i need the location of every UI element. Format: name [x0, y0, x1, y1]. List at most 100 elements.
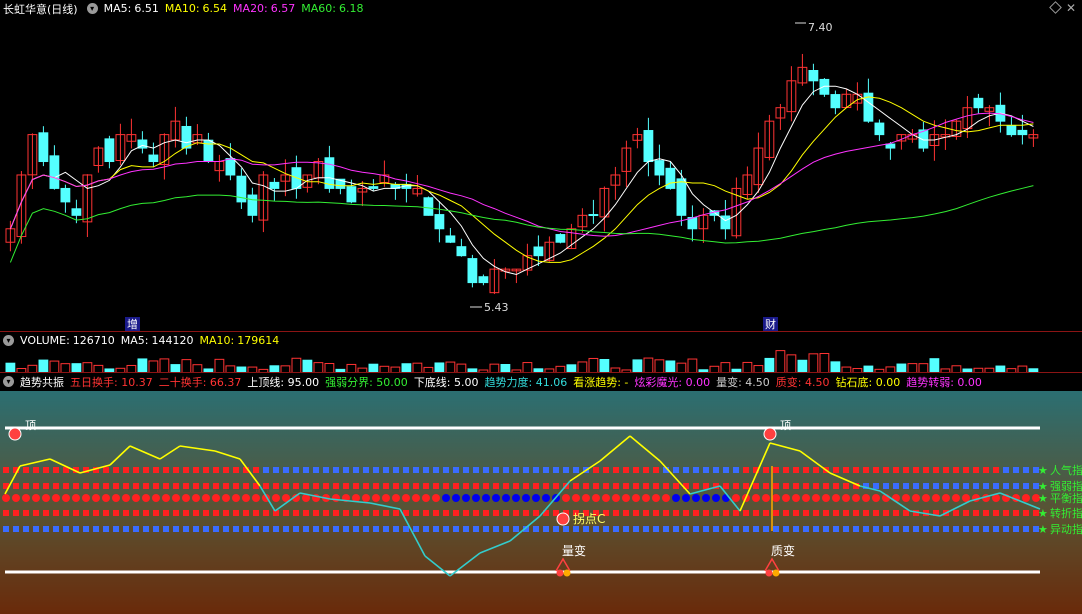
signal-dot: [812, 494, 820, 502]
chevron-down-icon[interactable]: ▾: [86, 3, 98, 14]
signal-dot: [542, 494, 550, 502]
signal-dot: [802, 494, 810, 502]
signal-dot: [432, 494, 440, 502]
signal-dash: [733, 510, 739, 516]
signal-dash: [703, 526, 709, 532]
candle-body: [49, 155, 60, 189]
value-label: MA60:: [301, 2, 336, 15]
signal-dot: [522, 494, 530, 502]
signal-dash: [353, 483, 359, 489]
signal-dash: [693, 526, 699, 532]
signal-dash: [313, 467, 319, 473]
signal-dot: [442, 494, 450, 502]
signal-dash: [283, 526, 289, 532]
volume-chart[interactable]: [0, 349, 1082, 373]
signal-dash: [253, 510, 259, 516]
signal-dash: [173, 510, 179, 516]
signal-dash: [133, 467, 139, 473]
signal-dash: [1003, 526, 1009, 532]
signal-dash: [133, 483, 139, 489]
signal-dash: [323, 526, 329, 532]
signal-dash: [143, 510, 149, 516]
signal-dash: [863, 526, 869, 532]
volume-bar: [687, 358, 698, 373]
signal-dash: [943, 526, 949, 532]
chevron-down-icon[interactable]: ▾: [3, 376, 14, 387]
indicator-value: 炫彩魔光: 0.00: [634, 375, 711, 389]
signal-dot: [92, 494, 100, 502]
signal-dash: [373, 467, 379, 473]
signal-dash: [143, 526, 149, 532]
signal-dash: [403, 526, 409, 532]
signal-dot: [1022, 494, 1030, 502]
bottom-label: 量变: [562, 543, 586, 558]
signal-dash: [533, 510, 539, 516]
signal-dash: [843, 510, 849, 516]
signal-dash: [53, 467, 59, 473]
signal-dash: [13, 510, 19, 516]
signal-dot: [612, 494, 620, 502]
value-label: VOLUME:: [20, 334, 70, 347]
signal-dash: [593, 483, 599, 489]
indicator-value: 下底线: 5.00: [413, 375, 479, 389]
signal-dash: [873, 483, 879, 489]
signal-dash: [923, 526, 929, 532]
signal-dash: [193, 510, 199, 516]
signal-dash: [663, 526, 669, 532]
signal-dash: [1003, 483, 1009, 489]
signal-dot: [632, 494, 640, 502]
signal-dash: [753, 510, 759, 516]
candlestick-chart[interactable]: 7.40 5.43 增 财: [0, 17, 1082, 332]
bottom-signal-icon: [772, 569, 780, 577]
candle-body: [533, 246, 544, 257]
signal-dash: [483, 510, 489, 516]
signal-dash: [293, 510, 299, 516]
signal-dash: [273, 483, 279, 489]
signal-dash: [603, 467, 609, 473]
signal-dot: [122, 494, 130, 502]
signal-dot: [922, 494, 930, 502]
volume-bar: [137, 358, 148, 373]
signal-dot: [732, 494, 740, 502]
signal-dash: [773, 510, 779, 516]
signal-dash: [833, 510, 839, 516]
signal-dot: [762, 494, 770, 502]
signal-dash: [403, 483, 409, 489]
signal-dot: [562, 494, 570, 502]
signal-dot: [192, 494, 200, 502]
signal-dash: [193, 467, 199, 473]
signal-dash: [743, 526, 749, 532]
bottom-signal-icon: [563, 569, 571, 577]
value-label: MA5:: [103, 2, 132, 15]
candle-body: [423, 197, 434, 216]
candle-body: [71, 208, 82, 216]
value-number: 6.51: [134, 2, 159, 15]
signal-dash: [283, 467, 289, 473]
volume-header: ▾ VOLUME: 126710 MA5: 144120 MA10: 179614: [0, 332, 1082, 349]
signal-dash: [663, 483, 669, 489]
candle-body: [885, 143, 896, 149]
signal-dash: [983, 467, 989, 473]
signal-dot: [492, 494, 500, 502]
signal-dash: [513, 483, 519, 489]
signal-dash: [373, 510, 379, 516]
signal-dash: [573, 467, 579, 473]
signal-dash: [723, 483, 729, 489]
signal-dash: [163, 483, 169, 489]
signal-dash: [803, 483, 809, 489]
chevron-down-icon[interactable]: ▾: [3, 335, 14, 346]
volume-values: VOLUME: 126710 MA5: 144120 MA10: 179614: [20, 334, 285, 347]
signal-dash: [733, 526, 739, 532]
row-label: 转折指: [1050, 506, 1082, 520]
volume-bar: [181, 359, 192, 373]
indicator-chart[interactable]: 顶顶拐点C量变 质变★ 人气指★ 强弱指★ 平衡指★ 转折指★ 异动指: [0, 391, 1082, 614]
close-icon[interactable]: ✕: [1066, 1, 1076, 15]
signal-dash: [783, 483, 789, 489]
signal-dash: [623, 467, 629, 473]
signal-dash: [173, 526, 179, 532]
value-number: 144120: [151, 334, 194, 347]
signal-dash: [633, 510, 639, 516]
signal-dash: [403, 467, 409, 473]
signal-dot: [82, 494, 90, 502]
signal-dot: [832, 494, 840, 502]
